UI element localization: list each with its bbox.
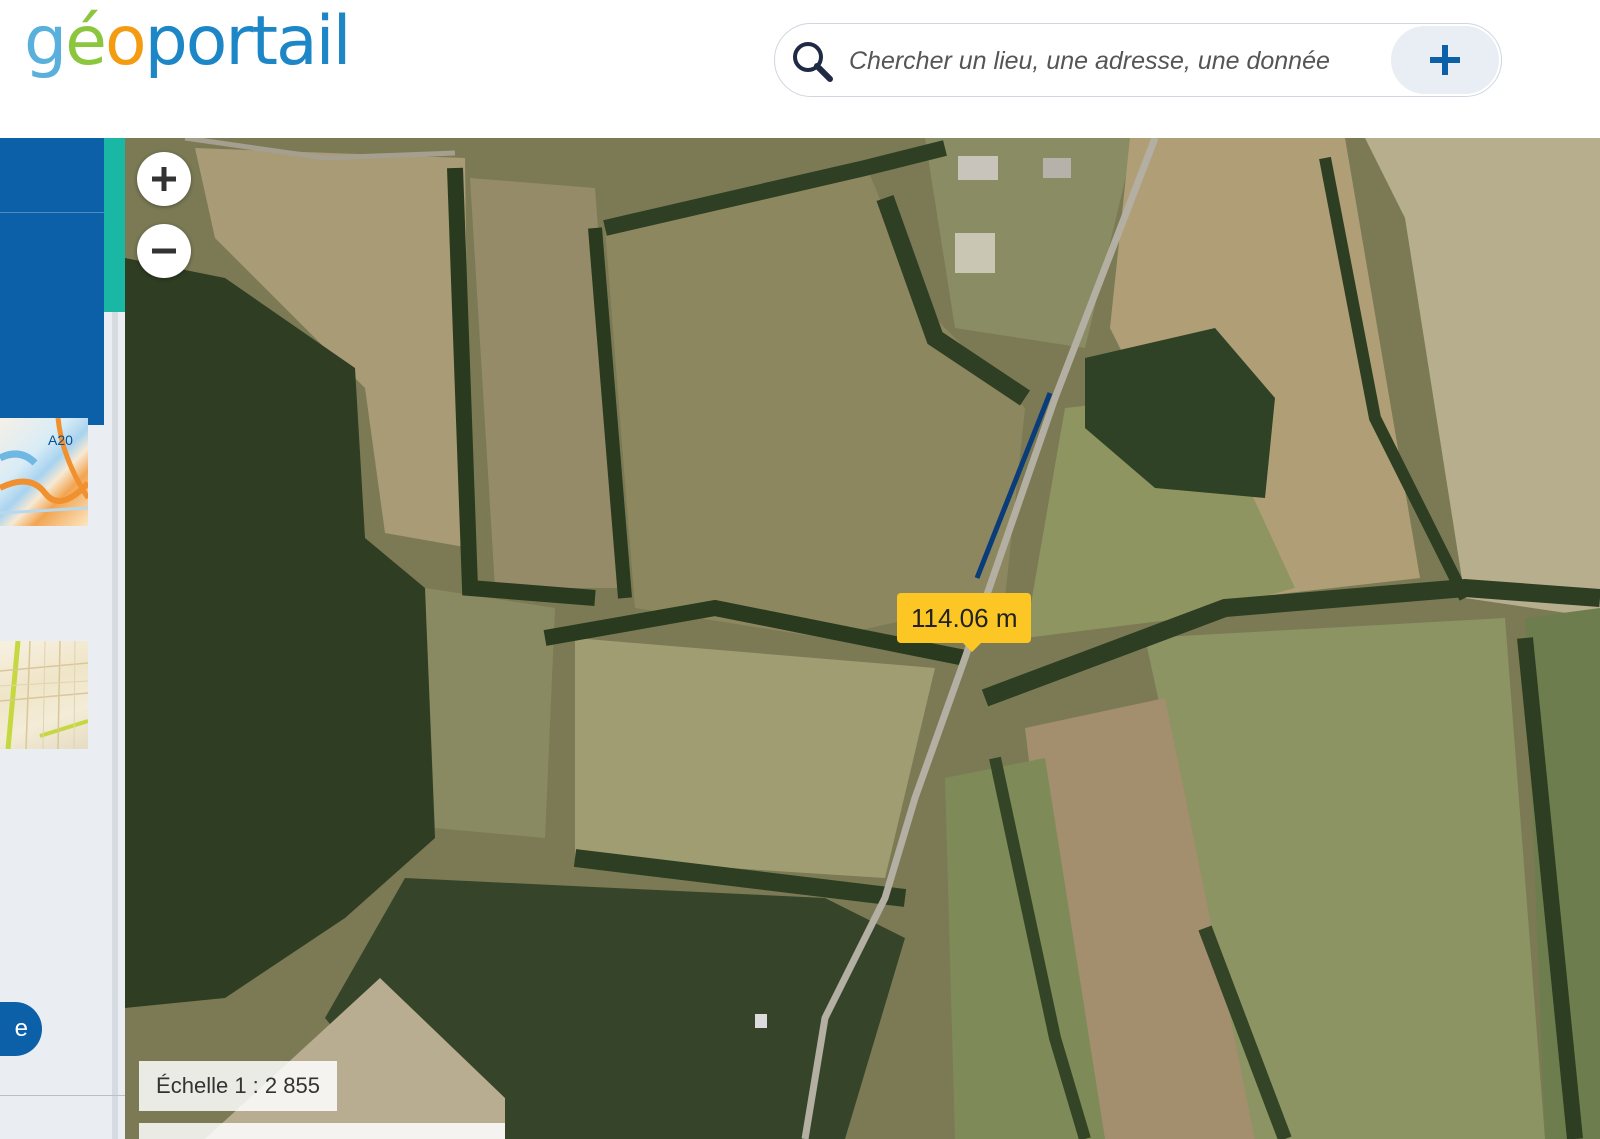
measurement-tooltip: 114.06 m <box>897 593 1032 652</box>
logo-letter-o: o <box>105 2 147 81</box>
zoom-out-button[interactable] <box>137 224 191 278</box>
header: géoportail <box>0 0 1600 138</box>
panel-action-button[interactable]: e <box>0 1002 42 1056</box>
plus-icon <box>1430 45 1460 75</box>
left-panel: A20 e <box>0 138 125 1139</box>
basemap-thumbnail-cadastre[interactable] <box>0 641 88 749</box>
logo-letter-e: é <box>65 2 107 81</box>
map-view[interactable]: 114.06 m Échelle 1 : 2 855 <box>125 138 1600 1139</box>
search-bar <box>774 23 1502 97</box>
scale-bar <box>139 1123 505 1139</box>
panel-active-indicator <box>104 138 125 312</box>
thumbnail-road-label: A20 <box>48 432 73 448</box>
plus-icon <box>152 167 176 191</box>
panel-scrollbar[interactable] <box>112 312 118 1139</box>
panel-divider <box>0 1095 125 1096</box>
search-input[interactable] <box>849 46 1389 76</box>
scale-label: Échelle 1 : 2 855 <box>139 1061 337 1111</box>
basemap-thumbnail-plan[interactable]: A20 <box>0 418 88 526</box>
aerial-imagery <box>125 138 1600 1139</box>
logo-letter-g: g <box>24 2 67 81</box>
logo-word-portail: portail <box>144 2 352 81</box>
search-icon[interactable] <box>789 38 835 84</box>
geoportail-logo[interactable]: géoportail <box>24 8 351 76</box>
panel-header-tab[interactable] <box>0 138 104 212</box>
search-options-button[interactable] <box>1391 26 1499 94</box>
panel-title-block[interactable] <box>0 213 104 425</box>
minus-icon <box>152 248 176 254</box>
zoom-in-button[interactable] <box>137 152 191 206</box>
